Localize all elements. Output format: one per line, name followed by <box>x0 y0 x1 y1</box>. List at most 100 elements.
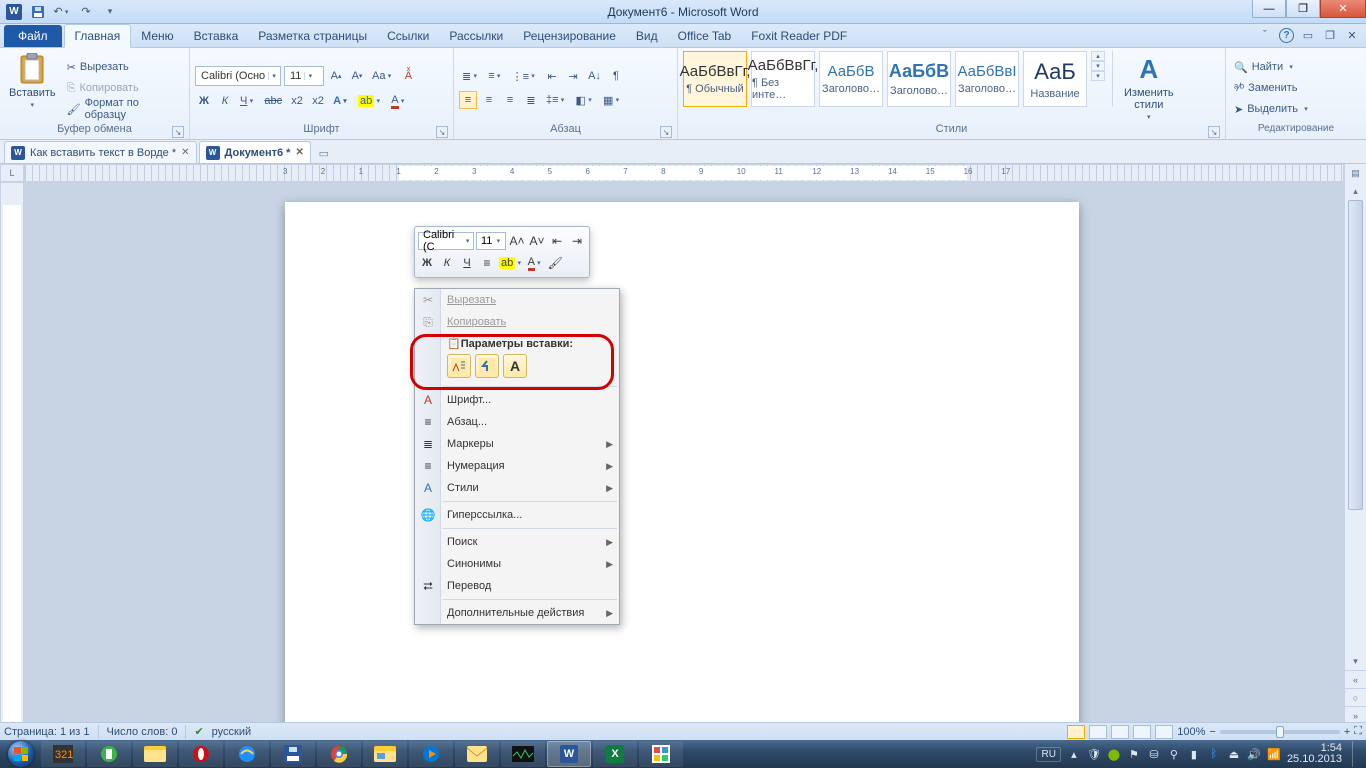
grow-font-icon[interactable]: A▴ <box>327 67 345 85</box>
tab-officetab[interactable]: Office Tab <box>668 25 742 47</box>
decrease-indent-button[interactable]: ⇤ <box>543 67 561 85</box>
qat-customize[interactable]: ▾ <box>100 3 120 21</box>
taskbar-app-ie[interactable] <box>225 741 269 767</box>
italic-button[interactable]: К <box>216 92 234 110</box>
ctx-search[interactable]: Поиск▶ <box>415 531 619 553</box>
style-gallery-scroll[interactable]: ▴▾▾ <box>1091 51 1105 81</box>
tray-wifi-icon[interactable]: 📶 <box>1267 747 1281 761</box>
superscript-button[interactable]: x2 <box>309 92 327 110</box>
tab-view[interactable]: Вид <box>626 25 668 47</box>
view-outline[interactable] <box>1133 725 1151 739</box>
tray-security-icon[interactable]: 🛡 <box>1087 747 1101 761</box>
mini-inc-indent-icon[interactable]: ⇥ <box>568 232 586 250</box>
style-heading1[interactable]: АаБбВЗаголово… <box>819 51 883 107</box>
style-heading2[interactable]: АаБбВЗаголово… <box>887 51 951 107</box>
cut-button[interactable]: ✂Вырезать <box>64 58 184 76</box>
fit-icon[interactable]: ⛶ <box>1354 725 1362 738</box>
tab-menu[interactable]: Меню <box>131 25 183 47</box>
align-center-button[interactable]: ≡ <box>480 91 498 109</box>
format-painter-button[interactable]: 🖌Формат по образцу <box>64 100 184 118</box>
vertical-scrollbar[interactable]: ▤ ▴ ▾ « ○ » <box>1344 164 1366 724</box>
line-spacing-button[interactable]: ‡≡▾ <box>543 91 570 109</box>
tray-disk-icon[interactable]: ⛁ <box>1147 747 1161 761</box>
tray-battery-icon[interactable]: ▮ <box>1187 747 1201 761</box>
tray-usb-icon[interactable]: ⏏ <box>1227 747 1241 761</box>
status-language[interactable]: русский <box>212 726 251 738</box>
close-tab-icon[interactable]: ✕ <box>181 147 189 158</box>
view-draft[interactable] <box>1155 725 1173 739</box>
qat-save[interactable] <box>28 3 48 21</box>
taskbar-app-word[interactable]: W <box>547 741 591 767</box>
minimize-button[interactable]: — <box>1252 0 1286 18</box>
bullets-button[interactable]: ≣▾ <box>459 67 482 85</box>
zoom-in[interactable]: + <box>1344 726 1350 738</box>
styles-launcher[interactable]: ↘ <box>1208 126 1220 138</box>
find-button[interactable]: 🔍Найти▾ <box>1231 58 1313 76</box>
increase-indent-button[interactable]: ⇥ <box>564 67 582 85</box>
show-desktop-button[interactable] <box>1352 741 1360 767</box>
tray-app-icon[interactable]: ⬤ <box>1107 747 1121 761</box>
ctx-numbering[interactable]: ≡Нумерация▶ <box>415 455 619 477</box>
taskbar-app-paint[interactable] <box>639 741 683 767</box>
align-right-button[interactable]: ≡ <box>501 91 519 109</box>
ctx-copy[interactable]: ⎘Копировать <box>415 311 619 333</box>
taskbar-app-explorer[interactable] <box>133 741 177 767</box>
scroll-thumb[interactable] <box>1348 200 1363 510</box>
horizontal-ruler[interactable]: 3211234567891011121314151617 <box>24 164 1344 182</box>
ctx-paragraph[interactable]: ≡Абзац... <box>415 411 619 433</box>
maximize-button[interactable]: ❐ <box>1286 0 1320 18</box>
paste-button[interactable]: Вставить▾ <box>5 51 60 123</box>
tab-references[interactable]: Ссылки <box>377 25 439 47</box>
tab-review[interactable]: Рецензирование <box>513 25 626 47</box>
view-web[interactable] <box>1111 725 1129 739</box>
vertical-ruler[interactable] <box>0 182 24 724</box>
tray-flag-icon[interactable]: ⚑ <box>1127 747 1141 761</box>
strike-button[interactable]: abc <box>261 92 285 110</box>
ctx-bullets[interactable]: ≣Маркеры▶ <box>415 433 619 455</box>
style-heading3[interactable]: АаБбВвІЗаголово… <box>955 51 1019 107</box>
qat-undo[interactable]: ↶▾ <box>52 3 72 21</box>
mdi-restore-icon[interactable]: ❐ <box>1322 27 1338 43</box>
ruler-corner[interactable]: L <box>0 164 24 182</box>
show-marks-button[interactable]: ¶ <box>607 67 625 85</box>
zoom-out[interactable]: − <box>1209 726 1215 738</box>
shrink-font-icon[interactable]: A▾ <box>348 67 366 85</box>
change-styles-button[interactable]: A Изменить стили▾ <box>1120 51 1178 123</box>
tab-home[interactable]: Главная <box>64 24 132 48</box>
taskbar-app-mpc[interactable]: 321 <box>41 741 85 767</box>
ctx-synonyms[interactable]: Синонимы▶ <box>415 553 619 575</box>
shading-button[interactable]: ◧▾ <box>573 91 597 109</box>
doc-tab-2[interactable]: WДокумент6 *✕ <box>199 141 311 163</box>
taskbar-app-opera[interactable] <box>179 741 223 767</box>
mini-font-color[interactable]: A▾ <box>526 254 544 272</box>
bold-button[interactable]: Ж <box>195 92 213 110</box>
borders-button[interactable]: ▦▾ <box>600 91 624 109</box>
text-effects-button[interactable]: A▾ <box>330 92 352 110</box>
tab-pagelayout[interactable]: Разметка страницы <box>248 25 377 47</box>
align-left-button[interactable]: ≡ <box>459 91 477 109</box>
help-icon[interactable]: ? <box>1279 28 1294 43</box>
ctx-hyperlink[interactable]: 🌐Гиперссылка... <box>415 504 619 526</box>
mini-shrink-icon[interactable]: A˅ <box>528 232 546 250</box>
tray-network-icon[interactable]: ⚲ <box>1167 747 1181 761</box>
font-launcher[interactable]: ↘ <box>436 126 448 138</box>
tray-clock[interactable]: 1:5425.10.2013 <box>1287 743 1342 765</box>
highlight-button[interactable]: ab▾ <box>355 92 385 110</box>
style-normal[interactable]: АаБбВвГг,¶ Обычный <box>683 51 747 107</box>
mini-bold[interactable]: Ж <box>418 254 436 272</box>
tray-show-hidden-icon[interactable]: ▴ <box>1067 747 1081 761</box>
mdi-close-icon[interactable]: ✕ <box>1344 27 1360 43</box>
select-button[interactable]: ➤Выделить▾ <box>1231 100 1313 118</box>
font-size-combo[interactable]: 11▾ <box>284 66 324 86</box>
clipboard-launcher[interactable]: ↘ <box>172 126 184 138</box>
ruler-toggle-icon[interactable]: ▤ <box>1345 164 1366 182</box>
status-words[interactable]: Число слов: 0 <box>107 726 178 738</box>
start-button[interactable] <box>2 740 40 768</box>
ribbon-minimize-icon[interactable]: ˇ <box>1257 27 1273 43</box>
font-color-button[interactable]: A▾ <box>388 92 409 110</box>
taskbar-app-folder[interactable] <box>363 741 407 767</box>
copy-button[interactable]: ⎘Копировать <box>64 79 184 97</box>
clear-format-icon[interactable]: Aͯ <box>399 67 417 85</box>
mdi-minimize-icon[interactable]: ▭ <box>1300 27 1316 43</box>
tab-foxit[interactable]: Foxit Reader PDF <box>741 25 857 47</box>
